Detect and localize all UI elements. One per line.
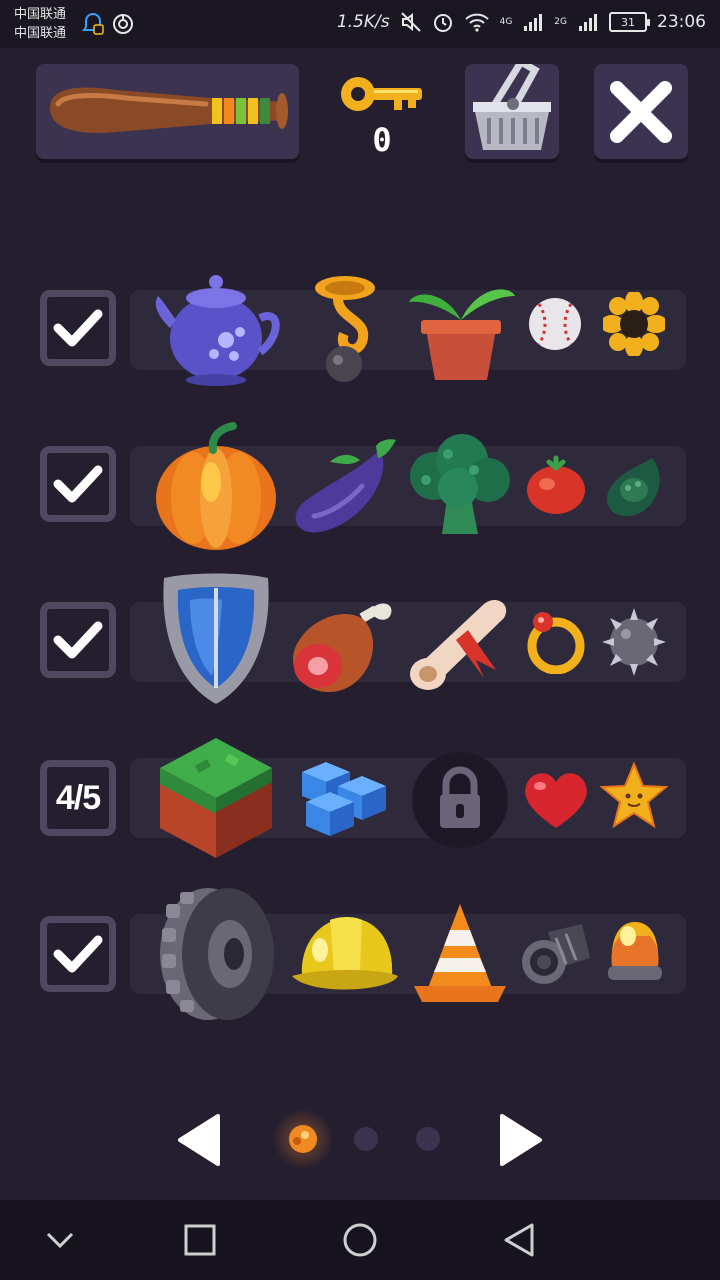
row-checkbox[interactable]: [40, 602, 116, 678]
carrier-labels: 中国联通 中国联通: [14, 5, 66, 43]
key-icon: [341, 77, 422, 111]
page-dot-2[interactable]: [354, 1127, 378, 1151]
siren-icon[interactable]: [606, 918, 664, 990]
ring-icon[interactable]: [525, 608, 587, 674]
page-dot-1-active[interactable]: [289, 1125, 317, 1153]
checkmark-icon: [53, 465, 103, 503]
hide-nav-chevron-icon[interactable]: [44, 1226, 76, 1254]
network-type-1: 4G: [499, 17, 513, 27]
spiked-ball-icon[interactable]: [602, 606, 666, 676]
row-checkbox[interactable]: [40, 916, 116, 992]
baseball-bat-icon: [50, 87, 288, 133]
network-speed: 1.5K/s: [336, 12, 390, 32]
baseball-icon[interactable]: [527, 296, 583, 352]
notification-icon: [82, 12, 104, 35]
star-icon[interactable]: [600, 762, 668, 830]
collection-row-5: [0, 874, 720, 1034]
checkmark-icon: [53, 935, 103, 973]
clock: 23:06: [657, 12, 706, 32]
collection-row-2: [0, 406, 720, 566]
battery-icon: 31: [609, 12, 650, 32]
checkmark-icon: [53, 621, 103, 659]
signal-icon-2: [579, 14, 597, 31]
status-bar: 中国联通 中国联通 1.5K/s 4G 2G 31 23:06: [0, 0, 720, 48]
shop-basket-button[interactable]: [465, 57, 559, 159]
pumpkin-icon[interactable]: [153, 422, 279, 550]
tomato-icon[interactable]: [525, 454, 587, 516]
mute-icon: [400, 12, 421, 32]
close-icon: [610, 80, 672, 143]
checkmark-icon: [53, 309, 103, 347]
sunflower-icon[interactable]: [603, 292, 665, 356]
signal-icon: [524, 14, 543, 31]
previous-page-arrow-icon[interactable]: [176, 1112, 222, 1168]
pager: [0, 1108, 720, 1172]
scroll-icon[interactable]: [404, 590, 514, 694]
weapon-slot[interactable]: [36, 64, 299, 159]
collection-row-1: [0, 250, 720, 410]
system-nav-bar: [0, 1200, 720, 1280]
network-type-2: 2G: [554, 17, 567, 27]
wifi-icon: [464, 13, 489, 32]
carrier-2: 中国联通: [14, 26, 67, 41]
row-checkbox[interactable]: [40, 446, 116, 522]
home-circle-icon[interactable]: [342, 1222, 378, 1258]
grass-block-icon[interactable]: [156, 734, 276, 862]
collection-row-3: [0, 562, 720, 722]
hard-hat-icon[interactable]: [290, 910, 400, 1000]
recents-square-icon[interactable]: [184, 1224, 216, 1256]
collection-row-4: 4/5: [0, 718, 720, 878]
heart-icon[interactable]: [522, 768, 590, 830]
tire-icon[interactable]: [154, 884, 278, 1026]
carrier-1: 中国联通: [14, 7, 67, 22]
camera-lens-icon[interactable]: [520, 918, 592, 988]
battery-level: 31: [621, 15, 635, 29]
traffic-cone-icon[interactable]: [410, 902, 510, 1008]
basket-icon: [473, 57, 551, 150]
alarm-icon: [433, 14, 452, 32]
key-counter: 0: [336, 66, 428, 166]
key-count: 0: [372, 121, 392, 159]
teapot-icon[interactable]: [150, 268, 282, 388]
blue-cubes-icon[interactable]: [294, 758, 398, 840]
back-triangle-icon[interactable]: [502, 1222, 536, 1258]
row-progress-count: 4/5: [55, 778, 101, 817]
page-dot-3[interactable]: [416, 1127, 440, 1151]
row-checkbox[interactable]: [40, 290, 116, 366]
avocado-icon[interactable]: [602, 454, 666, 520]
locked-slot[interactable]: [412, 752, 508, 848]
eggplant-icon[interactable]: [290, 436, 400, 536]
broccoli-icon[interactable]: [404, 430, 514, 540]
next-page-arrow-icon[interactable]: [498, 1112, 544, 1168]
plant-pot-icon[interactable]: [405, 280, 517, 384]
app-icon: [113, 14, 133, 34]
ham-icon[interactable]: [286, 590, 400, 694]
tuba-icon[interactable]: [310, 272, 380, 384]
shield-icon[interactable]: [160, 572, 272, 706]
close-button[interactable]: [594, 64, 688, 159]
lock-icon: [440, 766, 480, 828]
row-progress-box[interactable]: 4/5: [40, 760, 116, 836]
